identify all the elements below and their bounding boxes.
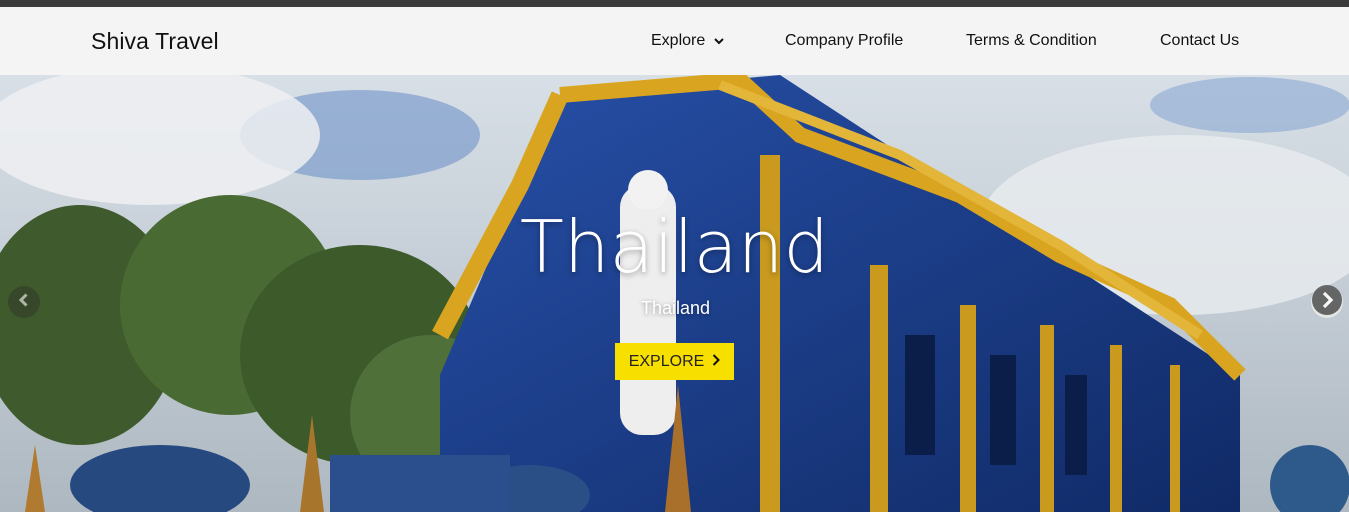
chevron-down-icon — [713, 32, 724, 50]
hero-title: Thailand — [519, 205, 830, 289]
nav-contact[interactable]: Contact Us — [1160, 32, 1239, 50]
chevron-left-icon — [18, 292, 30, 312]
hero-subtitle: Thailand — [640, 298, 711, 318]
chevron-right-icon — [1311, 284, 1343, 321]
top-strip — [0, 0, 1349, 7]
nav-company-profile[interactable]: Company Profile — [785, 32, 903, 50]
explore-button[interactable]: EXPLORE — [615, 343, 734, 380]
navbar: Shiva Travel Explore Company Profile Ter… — [0, 7, 1349, 75]
carousel-prev-button[interactable] — [8, 286, 40, 318]
carousel-next-button[interactable] — [1311, 284, 1343, 321]
chevron-right-icon — [712, 353, 721, 371]
nav-explore[interactable]: Explore — [651, 32, 724, 50]
brand-logo[interactable]: Shiva Travel — [91, 28, 219, 55]
explore-button-label: EXPLORE — [628, 352, 705, 370]
nav-terms[interactable]: Terms & Condition — [966, 32, 1097, 50]
hero-background-image — [0, 75, 1349, 512]
nav-explore-label: Explore — [651, 32, 706, 50]
hero-carousel: Thailand Thailand EXPLORE — [0, 75, 1349, 512]
